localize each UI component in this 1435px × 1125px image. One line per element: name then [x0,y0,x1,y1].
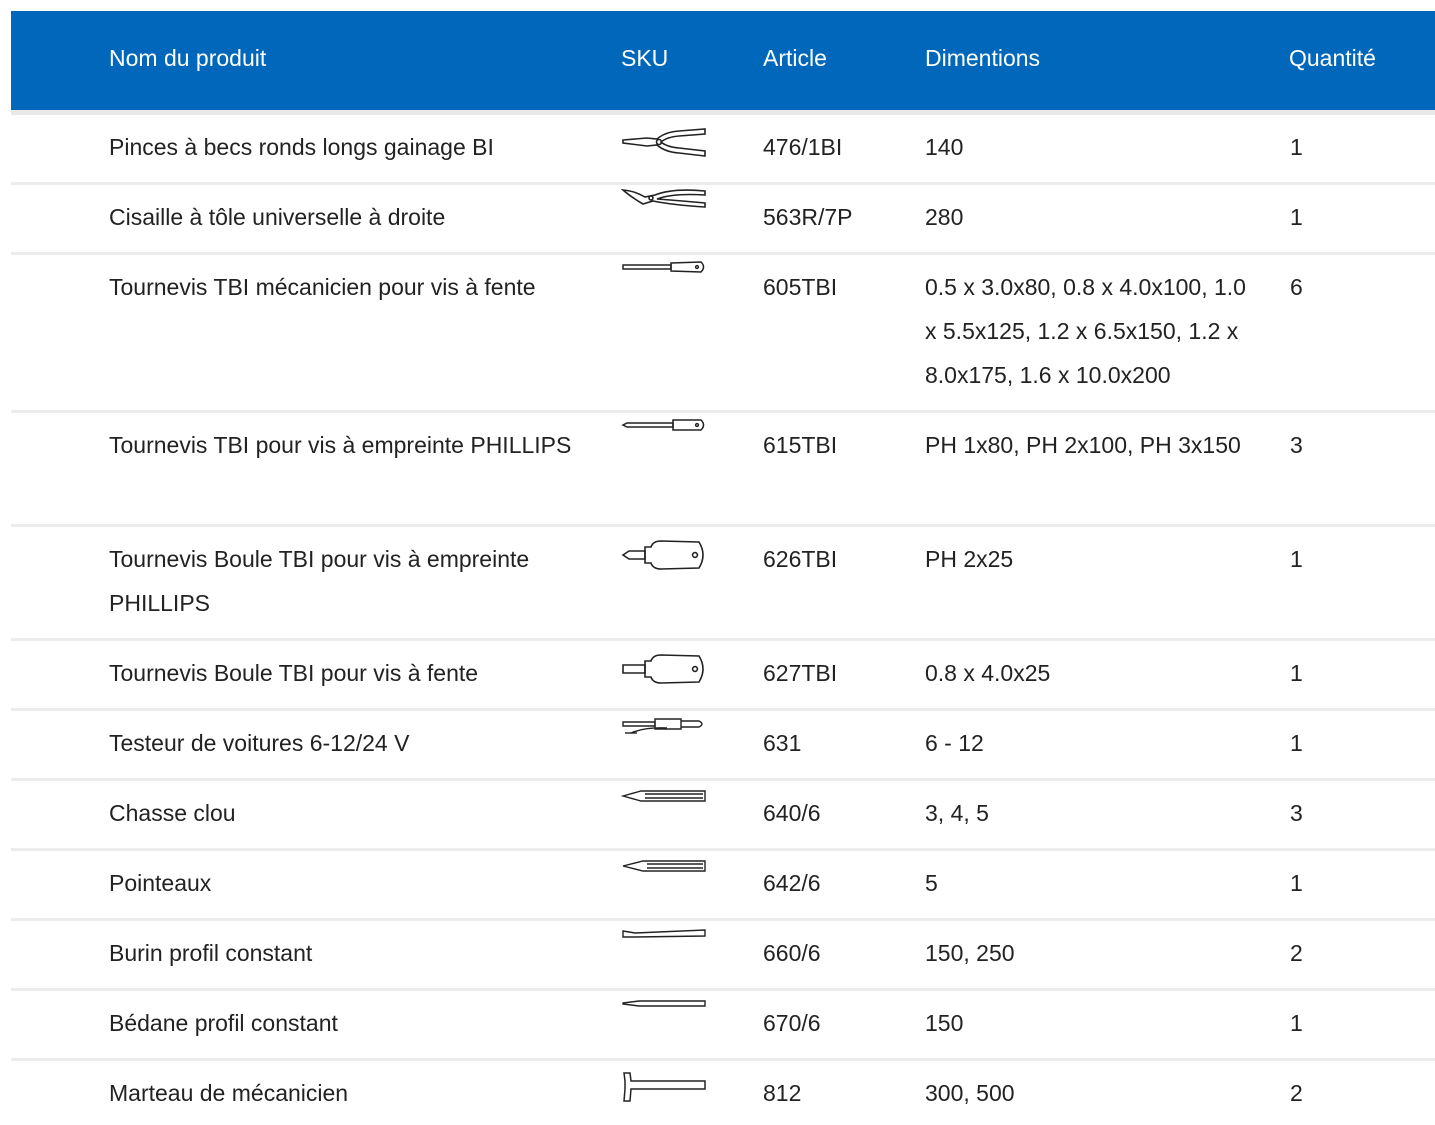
center-punch-icon [621,859,707,873]
article-code: 615TBI [763,432,838,458]
product-name: Tournevis Boule TBI pour vis à empreinte… [109,546,530,616]
quantity: 2 [1290,940,1303,966]
article-code: 605TBI [763,274,838,300]
table-row: Burin profil constant 660/6 150, 250 2 [11,921,1435,991]
header-name: Nom du produit [109,45,267,71]
article-code: 563R/7P [763,204,853,230]
dimensions: 3, 4, 5 [925,800,989,826]
tin-snips-icon [621,187,707,213]
hammer-icon [621,1071,707,1103]
table-row: Tournevis TBI pour vis à empreinte PHILL… [11,413,1435,527]
dimensions: 6 - 12 [925,730,984,756]
article-code: 627TBI [763,660,838,686]
quantity: 1 [1290,730,1303,756]
product-name: Cisaille à tôle universelle à droite [109,204,446,230]
quantity: 1 [1290,870,1303,896]
quantity: 1 [1290,660,1303,686]
quantity: 1 [1290,546,1303,572]
article-code: 626TBI [763,546,838,572]
product-name: Chasse clou [109,800,236,826]
product-name: Tournevis TBI mécanicien pour vis à fent… [109,274,536,300]
quantity: 1 [1290,1010,1303,1036]
dimensions: 5 [925,870,938,896]
article-code: 660/6 [763,940,821,966]
stubby-slotted-screwdriver-icon [621,653,707,685]
table-row: Pinces à becs ronds longs gainage BI 476… [11,115,1435,185]
table-row: Tournevis TBI mécanicien pour vis à fent… [11,255,1435,413]
pliers-icon [621,127,707,163]
table-row: Tournevis Boule TBI pour vis à fente 627… [11,641,1435,711]
article-code: 640/6 [763,800,821,826]
product-table: Nom du produit SKU Article Dimentions Qu… [11,11,1435,1125]
dimensions: 0.8 x 4.0x25 [925,660,1051,686]
table-row: Tournevis Boule TBI pour vis à empreinte… [11,527,1435,641]
header-sku: SKU [621,45,669,71]
table-row: Chasse clou 640/6 3, 4, 5 3 [11,781,1435,851]
dimensions: 0.5 x 3.0x80, 0.8 x 4.0x100, 1.0 x 5.5x1… [925,274,1246,388]
quantity: 3 [1290,432,1303,458]
header-article: Article [763,45,827,71]
dimensions: 150 [925,1010,964,1036]
article-code: 812 [763,1080,802,1106]
dimensions: 300, 500 [925,1080,1015,1106]
table-row: Pointeaux 642/6 5 1 [11,851,1435,921]
product-name: Pinces à becs ronds longs gainage BI [109,134,494,160]
dimensions: 280 [925,204,964,230]
product-name: Testeur de voitures 6-12/24 V [109,730,410,756]
header-quantity: Quantité [1289,45,1376,71]
dimensions: 140 [925,134,964,160]
dimensions: PH 2x25 [925,546,1014,572]
table-header: Nom du produit SKU Article Dimentions Qu… [11,11,1435,110]
table-row: Cisaille à tôle universelle à droite 563… [11,185,1435,255]
dimensions: PH 1x80, PH 2x100, PH 3x150 [925,432,1241,458]
product-name: Marteau de mécanicien [109,1080,349,1106]
product-name: Burin profil constant [109,940,313,966]
nail-punch-icon [621,789,707,803]
product-name: Tournevis TBI pour vis à empreinte PHILL… [109,432,572,458]
product-name: Pointeaux [109,870,212,896]
article-code: 476/1BI [763,134,843,160]
phillips-screwdriver-icon [621,417,707,433]
table-row: Marteau de mécanicien 812 300, 500 2 [11,1061,1435,1125]
article-code: 631 [763,730,802,756]
article-code: 670/6 [763,1010,821,1036]
product-name: Bédane profil constant [109,1010,338,1036]
quantity: 1 [1290,204,1303,230]
quantity: 2 [1290,1080,1303,1106]
article-code: 642/6 [763,870,821,896]
dimensions: 150, 250 [925,940,1015,966]
product-name: Tournevis Boule TBI pour vis à fente [109,660,479,686]
quantity: 6 [1290,274,1303,300]
table-row: Testeur de voitures 6-12/24 V 631 6 - 12… [11,711,1435,781]
stubby-phillips-screwdriver-icon [621,539,707,571]
cape-chisel-icon [621,997,707,1011]
quantity: 3 [1290,800,1303,826]
table-row: Bédane profil constant 670/6 150 1 [11,991,1435,1061]
slotted-screwdriver-icon [621,259,707,275]
flat-chisel-icon [621,927,707,941]
circuit-tester-icon [621,713,707,735]
quantity: 1 [1290,134,1303,160]
header-dimensions: Dimentions [925,45,1041,71]
